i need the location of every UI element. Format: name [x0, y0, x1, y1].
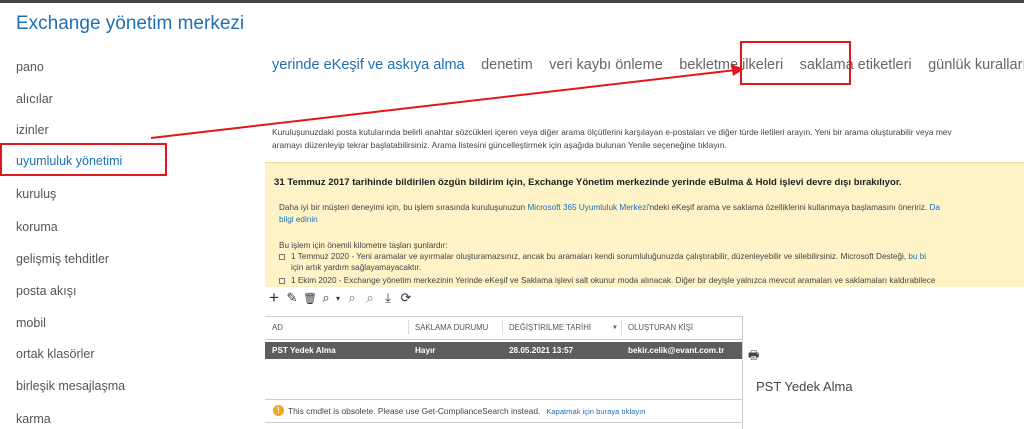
cell-name: PST Yedek Alma — [272, 346, 336, 355]
obsolete-message: This cmdlet is obsolete. Please use Get-… — [288, 406, 541, 416]
column-header-name[interactable]: AD — [272, 323, 283, 332]
milestones-intro: Bu işlem için önemli kilometre taşları ş… — [279, 241, 448, 250]
deprecation-notice: 31 Temmuz 2017 tarihinde bildirilen özgü… — [265, 162, 1024, 287]
notice-text: 'ndeki eKeşif arama ve saklama özellikle… — [648, 203, 930, 212]
sidebar-item-permissions[interactable]: izinler — [16, 123, 49, 137]
milestone-text: 1 Temmuz 2020 - Yeni aramalar ve ayırmal… — [291, 252, 909, 261]
highlight-box-retention-tags — [740, 41, 851, 85]
cell-created-by: bekir.celik@evant.com.tr — [628, 346, 725, 355]
sidebar-item-advanced-threats[interactable]: gelişmiş tehditler — [16, 252, 109, 266]
notice-paragraph: Daha iyi bir müşteri deneyimi için, bu i… — [279, 202, 940, 226]
learn-more-link-continued[interactable]: bilgi edinin — [279, 215, 318, 224]
tab-journal-rules[interactable]: günlük kuralları — [928, 57, 1024, 73]
sidebar-item-recipients[interactable]: alıcılar — [16, 92, 53, 106]
sidebar-item-mobile[interactable]: mobil — [16, 316, 46, 330]
bullet-icon — [279, 277, 285, 284]
column-header-created-by[interactable]: OLUŞTURAN KİŞİ — [628, 323, 693, 332]
milestone-item: 1 Ekim 2020 - Exchange yönetim merkezini… — [279, 275, 935, 286]
top-bar — [0, 0, 1024, 3]
column-divider — [408, 320, 409, 335]
print-icon[interactable]: 🖶 — [748, 346, 759, 367]
detail-title: PST Yedek Alma — [756, 379, 853, 394]
warning-icon: ! — [273, 405, 284, 416]
column-header-hold-status[interactable]: SAKLAMA DURUMU — [415, 323, 488, 332]
add-icon[interactable]: + — [265, 288, 283, 307]
stop-search-icon[interactable]: ⌕ — [361, 290, 379, 306]
column-header-modified-date[interactable]: DEĞİŞTİRİLME TARİHİ — [509, 323, 591, 332]
delete-icon[interactable]: 🗑 — [301, 290, 319, 306]
bullet-icon — [279, 253, 285, 260]
sidebar-item-public-folders[interactable]: ortak klasörler — [16, 347, 95, 361]
grid-header: AD SAKLAMA DURUMU DEĞİŞTİRİLME TARİHİ ▼ … — [265, 316, 743, 340]
column-divider — [621, 320, 622, 335]
milestone-text-continued: için artık yardım sağlayamayacaktır. — [291, 263, 422, 272]
sidebar-item-mail-flow[interactable]: posta akışı — [16, 284, 76, 298]
milestone-link[interactable]: bu bi — [908, 252, 926, 261]
tab-data-loss-prevention[interactable]: veri kaybı önleme — [549, 57, 663, 73]
dismiss-link[interactable]: Kapatmak için buraya tıklayın — [546, 407, 645, 416]
learn-more-link[interactable]: Da — [929, 203, 939, 212]
chevron-down-icon[interactable]: ▾ — [333, 290, 343, 306]
table-row[interactable]: PST Yedek Alma Hayır 28.05.2021 13:57 be… — [265, 342, 743, 359]
notice-title: 31 Temmuz 2017 tarihinde bildirilen özgü… — [274, 177, 902, 188]
sidebar-item-organization[interactable]: kuruluş — [16, 187, 56, 201]
description-line-2: aramayı düzenleyip tekrar başlatabilirsi… — [272, 140, 727, 150]
start-search-icon[interactable]: ⌕ — [343, 290, 361, 306]
refresh-icon[interactable]: ⟳ — [397, 290, 415, 306]
status-bar: ! This cmdlet is obsolete. Please use Ge… — [265, 399, 743, 423]
tab-auditing[interactable]: denetim — [481, 57, 533, 73]
highlight-box-compliance — [0, 143, 167, 176]
cell-hold-status: Hayır — [415, 346, 436, 355]
compliance-center-link[interactable]: Microsoft 365 Uyumluluk Merkezi — [527, 203, 648, 212]
sidebar-item-unified-messaging[interactable]: birleşik mesajlaşma — [16, 379, 125, 393]
toolbar: + ✎ 🗑 ⌕ ▾ ⌕ ⌕ ⤓ ⟳ — [265, 288, 415, 307]
notice-text: Daha iyi bir müşteri deneyimi için, bu i… — [279, 203, 528, 212]
page-description: Kuruluşunuzdaki posta kutularında belirl… — [272, 126, 1024, 152]
sidebar-item-pano[interactable]: pano — [16, 60, 44, 74]
description-line-1: Kuruluşunuzdaki posta kutularında belirl… — [272, 127, 952, 137]
column-divider — [502, 320, 503, 335]
milestone-text: 1 Ekim 2020 - Exchange yönetim merkezini… — [291, 276, 936, 285]
export-icon[interactable]: ⤓ — [379, 290, 397, 306]
sidebar-item-hybrid[interactable]: karma — [16, 412, 51, 426]
status-message: This cmdlet is obsolete. Please use Get-… — [288, 406, 646, 416]
cell-modified-date: 28.05.2021 13:57 — [509, 346, 574, 355]
edit-icon[interactable]: ✎ — [283, 290, 301, 306]
tab-in-place-ediscovery-hold[interactable]: yerinde eKeşif ve askıya alma — [272, 57, 465, 73]
app-title: Exchange yönetim merkezi — [16, 13, 245, 34]
sort-descending-icon[interactable]: ▼ — [612, 325, 618, 331]
sidebar-item-protection[interactable]: koruma — [16, 220, 58, 234]
search-icon[interactable]: ⌕ — [319, 290, 333, 306]
milestone-item: 1 Temmuz 2020 - Yeni aramalar ve ayırmal… — [279, 251, 926, 273]
tab-bar: yerinde eKeşif ve askıya alma denetim ve… — [272, 56, 1024, 74]
